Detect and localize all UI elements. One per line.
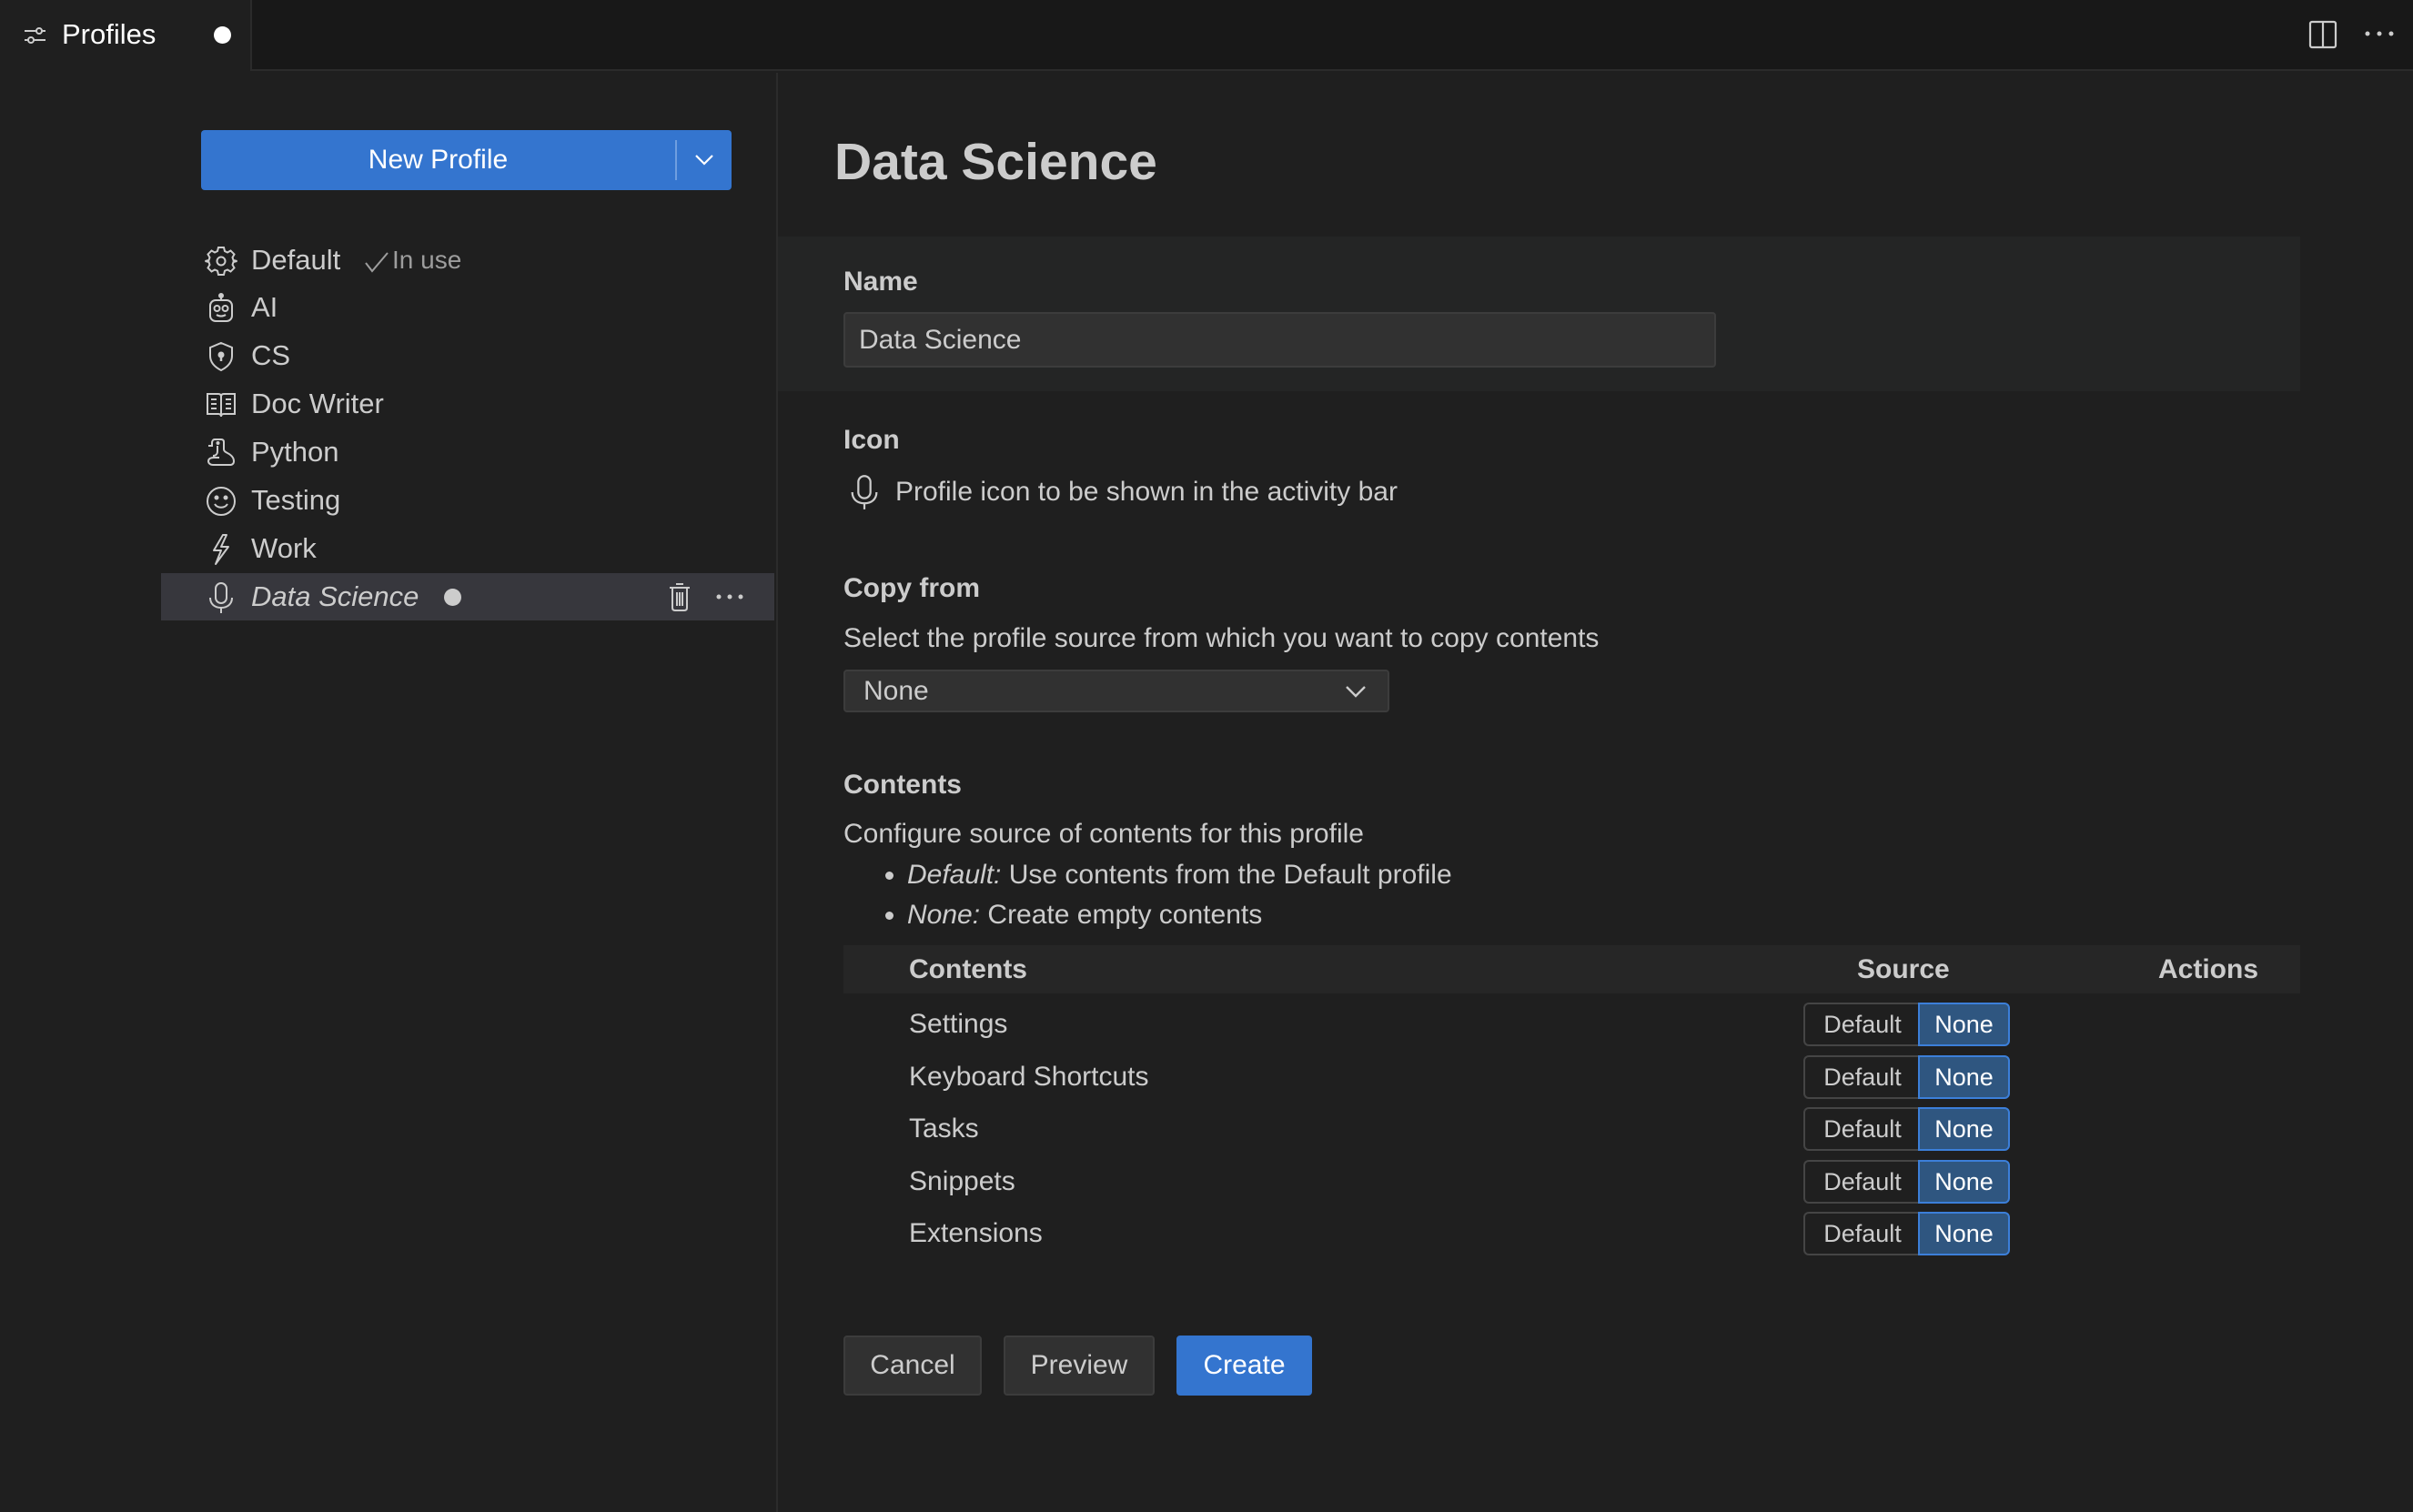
in-use-label: In use [392,246,462,274]
source-toggle: Default None [1803,1160,2010,1204]
profile-name: CS [251,339,291,371]
preview-button[interactable]: Preview [1004,1336,1155,1396]
smiley-icon [205,485,237,518]
zap-icon [205,533,237,566]
source-default-button[interactable]: Default [1803,1107,1920,1151]
tab-label: Profiles [62,18,156,50]
profile-item-testing[interactable]: Testing [161,477,774,524]
content-name: Keyboard Shortcuts [909,1062,1149,1092]
split-button-separator [675,140,677,180]
content-name: Snippets [909,1166,1015,1196]
book-icon [205,388,237,421]
more-actions-icon[interactable] [2363,25,2396,43]
new-profile-label[interactable]: New Profile [201,130,675,190]
source-default-button[interactable]: Default [1803,1055,1920,1099]
trash-icon[interactable] [663,580,696,613]
source-none-button[interactable]: None [1918,1003,2010,1046]
gear-icon [205,245,237,277]
header-contents: Contents [909,954,1027,984]
settings-sliders-icon [22,22,49,49]
editor-tab-bar: Profiles [0,0,2413,71]
new-profile-button[interactable]: New Profile [201,130,732,190]
copy-from-description: Select the profile source from which you… [843,623,1600,653]
tab-profiles[interactable]: Profiles [0,0,252,71]
legend-item: Default: Use contents from the Default p… [907,855,1452,895]
source-toggle: Default None [1803,1003,2010,1046]
header-actions: Actions [2158,954,2259,984]
in-use-badge: In use [363,237,461,284]
create-button[interactable]: Create [1176,1336,1312,1396]
header-source: Source [1857,954,1950,984]
mic-icon [205,581,237,614]
snake-icon [205,437,237,469]
content-name: Tasks [909,1114,979,1144]
page-title: Data Science [834,133,1157,191]
content-name: Settings [909,1009,1008,1039]
source-none-button[interactable]: None [1918,1055,2010,1099]
content-name: Extensions [909,1218,1043,1248]
copy-from-label: Copy from [843,573,980,603]
unsaved-dot-icon [444,589,461,606]
mic-icon[interactable] [846,474,883,510]
profile-name: Python [251,436,339,468]
legend-item: None: Create empty contents [907,895,1452,935]
robot-icon [205,292,237,325]
name-input[interactable] [843,312,1716,368]
profile-name: AI [251,291,278,323]
profile-name: Doc Writer [251,388,384,419]
profile-name: Work [251,532,317,564]
table-row: Snippets Default None [843,1155,2300,1207]
check-icon [363,248,390,276]
profile-name: Data Science [251,580,419,612]
profile-item-default[interactable]: Default In use [161,237,774,284]
contents-legend: Default: Use contents from the Default p… [843,855,1452,935]
shield-lock-icon [205,340,237,373]
unsaved-dot-icon[interactable] [214,26,231,44]
source-toggle: Default None [1803,1107,2010,1151]
copy-from-select[interactable]: None [843,670,1389,712]
source-toggle: Default None [1803,1212,2010,1255]
split-editor-icon[interactable] [2307,19,2338,50]
source-none-button[interactable]: None [1918,1160,2010,1204]
cancel-button[interactable]: Cancel [843,1336,982,1396]
more-actions-icon[interactable] [713,580,746,613]
icon-description: Profile icon to be shown in the activity… [895,477,1398,507]
source-none-button[interactable]: None [1918,1107,2010,1151]
profile-name: Default [251,244,341,276]
profile-item-doc-writer[interactable]: Doc Writer [161,380,774,428]
profile-item-work[interactable]: Work [161,525,774,572]
source-toggle: Default None [1803,1055,2010,1099]
chevron-down-icon [1344,680,1368,702]
table-row: Extensions Default None [843,1207,2300,1259]
profile-name: Testing [251,484,341,516]
chevron-down-icon[interactable] [689,146,720,174]
contents-table-header: Contents Source Actions [843,945,2300,993]
source-default-button[interactable]: Default [1803,1160,1920,1204]
profile-item-data-science[interactable]: Data Science [161,573,774,620]
table-row: Tasks Default None [843,1103,2300,1154]
profile-item-ai[interactable]: AI [161,284,774,331]
profile-item-python[interactable]: Python [161,428,774,476]
source-default-button[interactable]: Default [1803,1212,1920,1255]
icon-label: Icon [843,425,900,455]
contents-label: Contents [843,770,962,800]
contents-description: Configure source of contents for this pr… [843,819,1364,849]
table-row: Keyboard Shortcuts Default None [843,1051,2300,1103]
copy-from-value: None [863,676,929,706]
profile-item-cs[interactable]: CS [161,332,774,379]
source-none-button[interactable]: None [1918,1212,2010,1255]
table-row: Settings Default None [843,998,2300,1050]
name-label: Name [843,267,918,297]
source-default-button[interactable]: Default [1803,1003,1920,1046]
